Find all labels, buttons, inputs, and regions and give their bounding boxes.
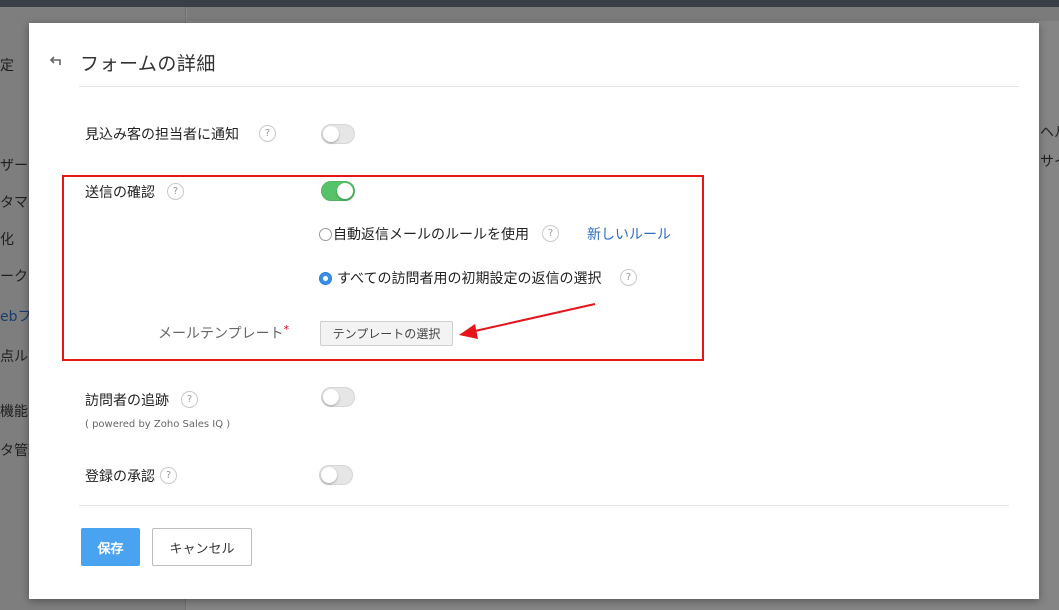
toggle-knob <box>321 467 337 483</box>
help-icon[interactable]: ? <box>181 391 198 408</box>
form-details-modal: フォームの詳細 見込み客の担当者に通知 ? 送信の確認 ? 自動返信メールのルー… <box>29 23 1039 599</box>
page-title: フォームの詳細 <box>80 53 216 75</box>
bg-right-text: サイ <box>1040 154 1059 170</box>
bg-sidebar-text: 定 <box>0 58 14 74</box>
footer-divider <box>79 505 1009 506</box>
header-divider <box>79 86 1019 87</box>
visitor-tracking-toggle[interactable] <box>321 387 355 407</box>
help-icon[interactable]: ? <box>160 467 177 484</box>
toggle-knob <box>323 126 339 142</box>
save-button[interactable]: 保存 <box>81 528 140 566</box>
annotation-highlight-box <box>62 175 704 361</box>
registration-approval-label: 登録の承認 <box>85 469 155 485</box>
toggle-knob <box>323 389 339 405</box>
visitor-tracking-label: 訪問者の追跡 <box>85 393 169 409</box>
bg-sidebar-text: ーク <box>0 269 28 285</box>
notify-owner-toggle[interactable] <box>321 124 355 144</box>
help-icon[interactable]: ? <box>259 125 276 142</box>
bg-right-text: ヘル <box>1040 125 1059 141</box>
bg-sidebar-text: 点ル <box>0 349 28 365</box>
app-top-bar <box>0 0 1059 7</box>
notify-owner-label: 見込み客の担当者に通知 <box>85 127 239 143</box>
cancel-button[interactable]: キャンセル <box>152 528 252 566</box>
registration-approval-toggle[interactable] <box>319 465 353 485</box>
background-main-header <box>187 7 1059 21</box>
bg-sidebar-text: 化 <box>0 232 14 248</box>
bg-sidebar-text: ebフ <box>0 309 32 325</box>
powered-by-label: ( powered by Zoho Sales IQ ) <box>85 419 231 430</box>
back-arrow-icon[interactable] <box>47 53 63 69</box>
modal-header: フォームの詳細 <box>29 23 1039 87</box>
